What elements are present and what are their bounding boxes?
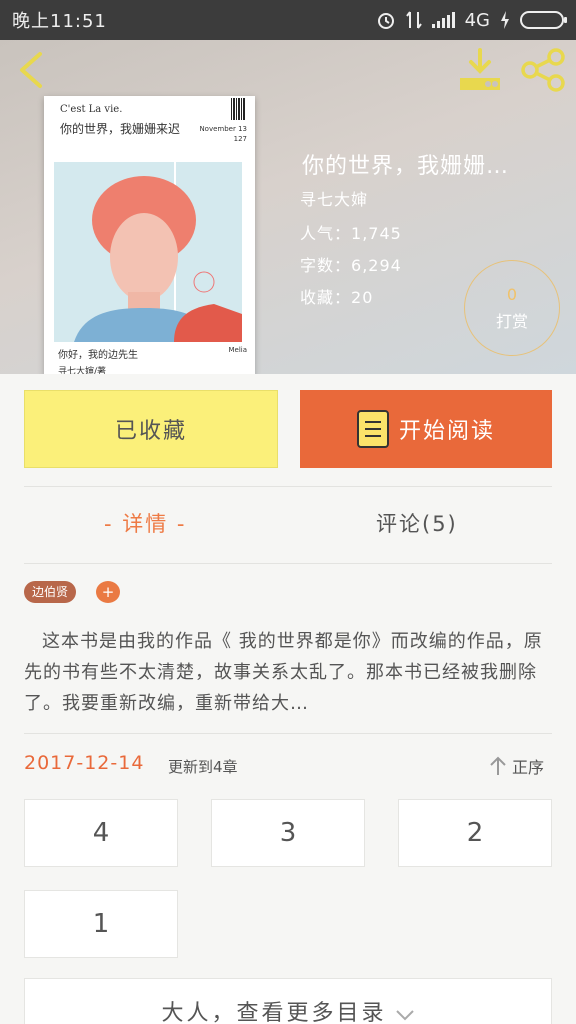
barcode-icon — [231, 98, 245, 120]
status-icons: 4G — [376, 9, 567, 31]
popularity-stat: 人气：1,745 — [300, 224, 402, 243]
tab-comments[interactable]: 评论(5) — [376, 508, 458, 538]
cover-text: C'est La vie. — [60, 104, 123, 115]
cover-illustration — [54, 162, 242, 342]
arrow-up-icon — [490, 756, 506, 775]
update-status: 更新到4章 — [168, 758, 238, 776]
tag-chip[interactable]: 边伯贤 — [24, 581, 77, 603]
reward-count: 0 — [506, 285, 518, 304]
divider — [24, 733, 552, 734]
cover-text: 寻七大婶/著 — [58, 367, 107, 374]
favorites-stat: 收藏：20 — [300, 288, 374, 307]
signal-icon — [431, 12, 455, 28]
book-title: 你的世界，我姗姗… — [302, 154, 510, 179]
chapter-item[interactable]: 1 — [24, 890, 178, 958]
chapter-item[interactable]: 4 — [24, 799, 178, 867]
book-description[interactable]: 这本书是由我的作品《 我的世界都是你》而改编的作品，原先的书有些不太清楚，故事关… — [24, 626, 552, 719]
book-cover[interactable]: C'est La vie. 你的世界，我姗姗来迟 November 13 127 … — [44, 96, 255, 374]
charging-icon — [501, 11, 509, 29]
divider — [24, 486, 552, 487]
battery-icon — [520, 11, 567, 29]
start-reading-label: 开始阅读 — [398, 419, 495, 444]
chevron-down-icon — [395, 1010, 414, 1021]
status-bar: 晚上11:51 4G — [0, 0, 576, 40]
alarm-icon — [377, 13, 394, 29]
cover-date: November 13 127 — [199, 125, 247, 143]
more-chapters-label: 大人，查看更多目录 — [161, 1001, 387, 1024]
cover-text: 你好，我的边先生 — [58, 350, 138, 361]
cover-text: 你的世界，我姗姗来迟 — [60, 122, 181, 136]
back-button[interactable] — [14, 50, 50, 90]
add-tag-button[interactable]: + — [96, 581, 120, 603]
reward-label: 打赏 — [495, 312, 528, 331]
status-time: 晚上11:51 — [12, 11, 107, 32]
reward-button[interactable]: 0 打赏 — [464, 260, 560, 356]
book-author[interactable]: 寻七大婶 — [300, 186, 368, 210]
book-header: C'est La vie. 你的世界，我姗姗来迟 November 13 127 … — [0, 40, 576, 374]
chapter-item[interactable]: 2 — [398, 799, 552, 867]
download-button[interactable] — [458, 48, 502, 92]
sort-order-button[interactable]: 正序 — [490, 754, 544, 778]
update-date: 2017-12-14 — [24, 752, 145, 774]
collected-label: 已收藏 — [114, 419, 187, 444]
book-icon — [356, 410, 389, 448]
tab-detail[interactable]: - 详情 - — [104, 508, 187, 538]
share-button[interactable] — [520, 48, 566, 92]
data-transfer-icon — [405, 11, 422, 29]
word-count-stat: 字数：6,294 — [300, 256, 402, 275]
sort-label: 正序 — [512, 758, 545, 777]
more-chapters-button[interactable]: 大人，查看更多目录 — [24, 978, 552, 1024]
cover-signature: Melia — [228, 346, 247, 354]
divider — [24, 563, 552, 564]
network-type: 4G — [464, 9, 490, 31]
chapter-item[interactable]: 3 — [211, 799, 365, 867]
collected-button[interactable]: 已收藏 — [24, 390, 278, 468]
start-reading-button[interactable]: 开始阅读 — [300, 390, 552, 468]
